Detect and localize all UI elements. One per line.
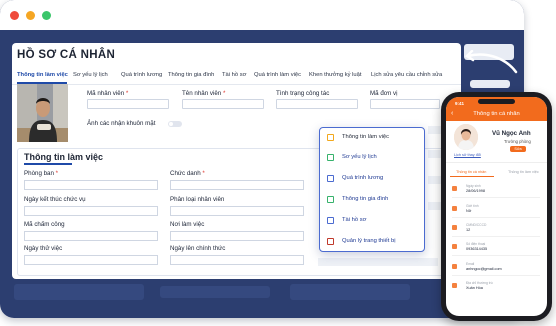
briefcase-icon xyxy=(327,134,334,141)
menu-item-resume[interactable]: Sơ yếu lý lịch xyxy=(320,149,424,166)
phone-row-label: Ngày sinh xyxy=(466,184,481,188)
timekeeping-code-label: Mã chấm công xyxy=(24,221,65,228)
employee-code-label: Mã nhân viên * xyxy=(87,90,129,97)
workplace-input[interactable] xyxy=(170,231,304,241)
salary-icon xyxy=(327,175,334,182)
employee-type-input[interactable] xyxy=(170,206,304,216)
work-status-input[interactable] xyxy=(276,99,358,109)
change-history-link[interactable]: Lịch sử thay đổi xyxy=(454,153,481,157)
phone-row-value: anhngoc@gmail.com xyxy=(466,267,502,271)
phone-header-title: Thông tin cá nhân xyxy=(473,111,520,117)
timekeeping-code-input[interactable] xyxy=(24,231,158,241)
gender-icon xyxy=(452,206,457,211)
phone-active-tab-indicator xyxy=(450,176,494,177)
phone-row-divider xyxy=(452,255,540,256)
official-date-input[interactable] xyxy=(170,255,304,265)
phone-row-label: Giới tính xyxy=(466,204,479,208)
phone-row-value: 28/06/1998 xyxy=(466,189,486,193)
swoosh-arrow-icon xyxy=(465,50,518,74)
phone-tab-work-info[interactable]: Thông tin làm việc xyxy=(508,170,539,174)
email-icon xyxy=(452,264,457,269)
tab-work-info[interactable]: Thông tin làm việc xyxy=(17,72,68,78)
menu-item-work-info[interactable]: Thông tin làm việc xyxy=(320,129,424,146)
device-icon xyxy=(327,238,334,245)
phone-row-value: Nữ xyxy=(466,209,472,213)
phone-clock: 9:41 xyxy=(455,101,465,106)
file-icon xyxy=(327,217,334,224)
department-input[interactable] xyxy=(24,180,158,190)
employee-name-label: Tên nhân viên * xyxy=(182,90,226,97)
phone-row-divider xyxy=(452,275,540,276)
id-card-icon xyxy=(452,225,457,230)
tab-work-history[interactable]: Quá trình làm việc xyxy=(254,72,301,78)
phone-edit-button[interactable]: Sửa xyxy=(510,146,526,152)
menu-item-documents[interactable]: Tài hồ sơ xyxy=(320,212,424,229)
menu-item-salary[interactable]: Quá trình lương xyxy=(320,170,424,187)
employee-type-label: Phân loại nhân viên xyxy=(170,196,225,203)
family-icon xyxy=(327,196,334,203)
employee-avatar xyxy=(17,84,68,142)
end-date-input[interactable] xyxy=(24,206,158,216)
employee-code-input[interactable] xyxy=(87,99,169,109)
work-status-label: Tình trạng công tác xyxy=(276,90,330,97)
phone-user-name: Vũ Ngọc Anh xyxy=(492,130,531,137)
workplace-label: Nơi làm việc xyxy=(170,221,205,228)
tabs-divider xyxy=(12,84,461,85)
profile-icon xyxy=(327,154,334,161)
unit-code-input[interactable] xyxy=(370,99,440,109)
phone-row-divider xyxy=(452,236,540,237)
phone-row-value: 12 xyxy=(466,228,471,232)
employee-name-input[interactable] xyxy=(182,99,264,109)
phone-row-value: Xuân Hòa xyxy=(466,286,483,290)
section-menu: Thông tin làm việc Sơ yếu lý lịch Quá tr… xyxy=(319,127,425,252)
title-input[interactable] xyxy=(170,180,304,190)
maximize-window-dot[interactable] xyxy=(42,11,51,20)
official-date-label: Ngày lên chính thức xyxy=(170,245,226,252)
phone-row-label: Địa chỉ thường trú xyxy=(466,281,493,285)
menu-item-devices[interactable]: Quản lý trang thiết bị xyxy=(320,233,424,250)
phone-divider xyxy=(446,162,547,163)
minimize-window-dot[interactable] xyxy=(26,11,35,20)
phone-row-label: Email xyxy=(466,262,475,266)
background-placeholder xyxy=(318,258,438,266)
tab-rewards-discipline[interactable]: Khen thưởng kỷ luật xyxy=(309,72,361,78)
section-title: Thông tin làm việc xyxy=(24,152,104,162)
page-title: HỒ SƠ CÁ NHÂN xyxy=(17,49,116,61)
location-icon xyxy=(452,283,457,288)
phone-user-avatar xyxy=(454,124,478,150)
menu-item-family[interactable]: Thông tin gia đình xyxy=(320,191,424,208)
phone-tab-personal-info[interactable]: Thông tin cá nhân xyxy=(456,170,486,174)
probation-date-input[interactable] xyxy=(24,255,158,265)
phone-user-role: Trưởng phòng xyxy=(504,139,531,144)
department-label: Phòng ban * xyxy=(24,170,59,177)
probation-date-label: Ngày thử việc xyxy=(24,245,63,252)
close-window-dot[interactable] xyxy=(10,11,19,20)
tab-family-info[interactable]: Thông tin gia đình xyxy=(168,72,214,78)
tab-edit-requests[interactable]: Lịch sửa yêu cầu chỉnh sửa xyxy=(371,72,442,78)
phone-row-value: 0936314435 xyxy=(466,247,488,251)
background-decoration xyxy=(14,284,144,300)
tab-resume[interactable]: Sơ yếu lý lịch xyxy=(73,72,108,78)
phone-row-label: Số điện thoại xyxy=(466,242,486,246)
title-label: Chức danh * xyxy=(170,170,205,177)
phone-row-divider xyxy=(452,217,540,218)
toggle-knob xyxy=(169,122,173,126)
end-date-label: Ngày kết thúc chức vụ xyxy=(24,196,86,203)
background-decoration xyxy=(160,286,270,298)
phone-row-divider xyxy=(452,197,540,198)
face-photo-label: Ảnh các nhận khuôn mặt xyxy=(87,120,156,127)
phone-row-label: CMND/CCCD xyxy=(466,223,487,227)
calendar-icon xyxy=(452,186,457,191)
section-title-underline xyxy=(24,163,72,165)
phone-icon xyxy=(452,244,457,249)
tab-salary-history[interactable]: Quá trình lương xyxy=(121,72,162,78)
background-decoration xyxy=(290,284,410,300)
phone-notch xyxy=(478,99,515,104)
window-titlebar xyxy=(0,0,524,30)
tab-documents[interactable]: Tài hồ sơ xyxy=(222,72,246,78)
unit-code-label: Mã đơn vị xyxy=(370,90,398,97)
